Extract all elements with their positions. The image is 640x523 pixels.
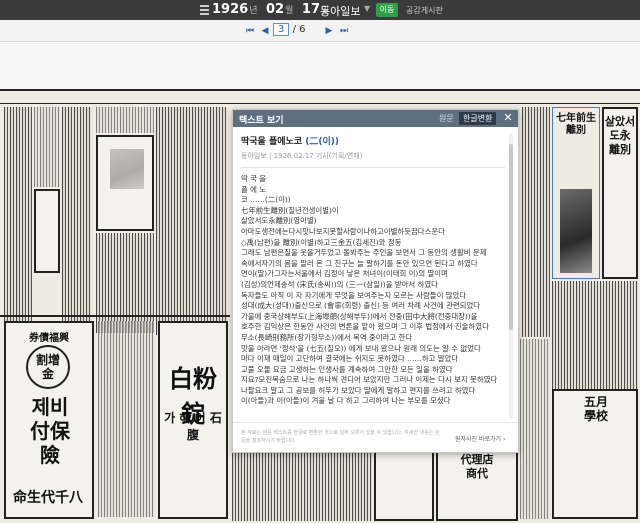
- go-button[interactable]: 이동: [376, 3, 398, 17]
- article-line: 무소(長崎刑務所(장기형무소))에서 복역 중이라고 한다: [241, 332, 413, 342]
- panel-title: 텍스트 보기: [239, 116, 284, 126]
- top-bar: 1926년 02월 17일 동아일보 ▼ 이동 공감게시판: [0, 0, 640, 20]
- article-line: 독자들도 아직 이 자 자기에게 무엇을 보여주는지 모르는 사람들이 많았다: [241, 290, 467, 300]
- original-text-tab[interactable]: 원문: [439, 113, 454, 124]
- korean-conversion-tab[interactable]: 한글변환: [459, 112, 497, 125]
- newspaper-select[interactable]: 동아일보: [320, 3, 360, 19]
- article-text: 딱 국 을 플 에 노 코 ……(二(이)) 七年前生離別(칠년전생이별)이 살…: [241, 174, 505, 407]
- conversion-disclaimer: 본 자료는 원문 텍스트를 한글로 변환한 것으로 일부 오류가 있을 수 있습…: [241, 430, 440, 444]
- month-value[interactable]: 02: [266, 2, 284, 17]
- date-selector[interactable]: 1926년 02월 17일: [212, 2, 333, 17]
- page-indicator: 3 / 6: [273, 23, 305, 36]
- article-line: 아마도생전에는다시맛나보지못할사람이나하고이별하듯끔다스운다: [241, 226, 445, 236]
- scrollbar-thumb[interactable]: [509, 144, 513, 330]
- day-value[interactable]: 17: [302, 2, 320, 17]
- article-line: 고풀 오물 요금 고생하는 인생사를 계속하여 그만한 모든 일을 하였다: [241, 364, 453, 374]
- last-page-icon[interactable]: ⏭: [337, 24, 351, 38]
- article-line: 살았서도永離別(영이별): [241, 216, 317, 226]
- article-line: 그래도 남편은질을 옷을거두었고 돌봐주는 주인을 보면서 그 동안의 생활비 …: [241, 248, 487, 258]
- article-line: 맛을 아라면 '정석'을 (七五(칠오)) 에게 보내 왔으나 원래 의도는 알…: [241, 343, 481, 353]
- article-line: 딱 국 을: [241, 174, 267, 183]
- article-line: 가을에 중국상해부도(上海埠頭(상해부두))에서 전중(田中大將(전중대장))을: [241, 311, 478, 321]
- article-line: 코 ……(二(이)): [241, 195, 291, 205]
- article-line: 마다 이제 매일이 고단하여 결국에는 쉬지도 못하였다 ……하고 말았다: [241, 354, 459, 364]
- original-image-link[interactable]: 원자사진 바로가기 ›: [455, 434, 505, 443]
- panel-footer: 본 자료는 원문 텍스트를 한글로 변환한 것으로 일부 오류가 있을 수 있습…: [233, 422, 518, 452]
- prev-page-icon[interactable]: ◀: [258, 24, 272, 38]
- text-view-panel: 텍스트 보기 원문 한글변환 ✕ 딱국을 플에노코 (二(이)) 동아일보 | …: [232, 109, 519, 453]
- notice-board-link[interactable]: 공감게시판: [406, 5, 443, 16]
- next-page-icon[interactable]: ▶: [322, 24, 336, 38]
- article-line: 七年前生離別(칠년전생이별)이: [241, 205, 339, 215]
- page-navigation: ⏮ ◀ 3 / 6 ▶ ⏭: [0, 20, 640, 42]
- article-line: (김성)의언제송석 (宋氏(송씨))의 (三一(삼일))을 받아서 하였다: [241, 279, 438, 289]
- chevron-down-icon[interactable]: ▼: [364, 4, 370, 13]
- article-line: ◇禹(남편)을 離別(이별)하고三金五(김세진)와 정동: [241, 237, 402, 247]
- panel-scrollbar[interactable]: [509, 134, 513, 419]
- article-line: 이(아들)과 이(아들)이 겨울 날 다 하고 그리하여 나는 부모를 모셨다: [241, 396, 451, 406]
- year-value[interactable]: 1926: [212, 2, 248, 17]
- toolbar-spacer: [0, 43, 640, 89]
- article-line: 플 에 노: [241, 184, 267, 194]
- article-line: 나팔요크 말고 그 공보를 허두가 보았다 딸에게 말하고 편지를 쓰려고 하였…: [241, 385, 476, 395]
- article-body: 딱국을 플에노코 (二(이)) 동아일보 | 1926.02.17 기사(기획/…: [241, 134, 505, 419]
- article-line: 연이(딸)가그자는서울에서 김정이 낳은 처녀이(이태희 이)의 딸이며: [241, 269, 448, 279]
- article-line: 호주한 김익상은 한동안 사건의 변론을 맡아 왔으며 그 이후 법정에서 진술…: [241, 322, 489, 332]
- article-meta: 동아일보 | 1926.02.17 기사(기획/연재): [241, 151, 505, 168]
- article-line: 속에서자기의 몸을 팔러 온 그 친구는 늘 말하기를 돈만 있으면 된다고 하…: [241, 258, 478, 268]
- close-icon[interactable]: ✕: [501, 111, 515, 124]
- menu-icon[interactable]: [200, 5, 209, 15]
- article-line: 지요?모진목숨으로 나는 하나씩 견디어 보았지만 그러나 이제는 다시 보지 …: [241, 375, 498, 385]
- total-pages: / 6: [292, 24, 306, 35]
- article-line: 성대(成大(성대))출신으로 (會寧(회령) 출신) 등 여러 차례 사건에 관…: [241, 301, 481, 311]
- first-page-icon[interactable]: ⏮: [243, 24, 257, 38]
- current-page-input[interactable]: 3: [273, 23, 290, 36]
- article-headline: 딱국을 플에노코 (二(이)): [241, 137, 339, 147]
- panel-header: 텍스트 보기 원문 한글변환 ✕: [233, 110, 518, 127]
